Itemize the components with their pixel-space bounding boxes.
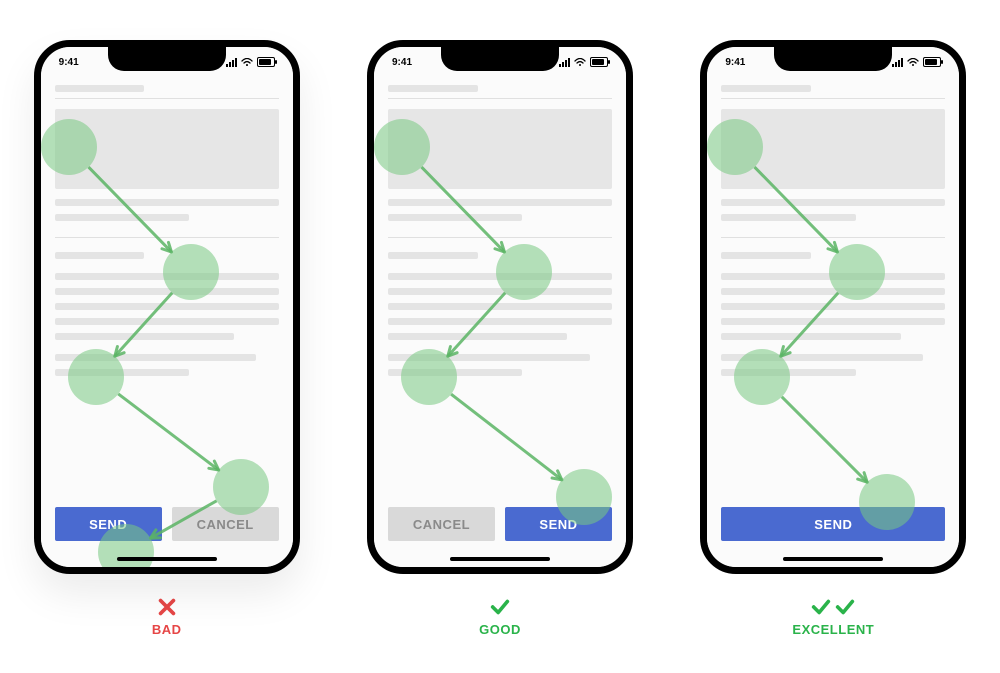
- variant-excellent: 9:41: [700, 40, 966, 637]
- battery-icon: [923, 57, 941, 67]
- send-button[interactable]: SEND: [55, 507, 162, 541]
- status-time: 9:41: [392, 57, 412, 68]
- button-row: SEND CANCEL: [55, 507, 279, 541]
- phone-frame: 9:41: [700, 40, 966, 574]
- check-icon: [810, 596, 832, 618]
- rating-label: EXCELLENT: [792, 622, 874, 637]
- battery-icon: [590, 57, 608, 67]
- cellular-icon: [226, 58, 237, 67]
- rating-good: GOOD: [479, 596, 521, 637]
- home-indicator: [783, 557, 883, 561]
- phone-frame: 9:41: [367, 40, 633, 574]
- wifi-icon: [907, 58, 919, 66]
- home-indicator: [117, 557, 217, 561]
- status-icons: [226, 57, 275, 67]
- check-icon: [489, 596, 511, 618]
- home-indicator: [450, 557, 550, 561]
- send-button[interactable]: SEND: [721, 507, 945, 541]
- wifi-icon: [574, 58, 586, 66]
- screen-content: SEND CANCEL: [41, 47, 293, 567]
- button-row: CANCEL SEND: [388, 507, 612, 541]
- check-icon: [834, 596, 856, 618]
- variant-good: 9:41: [367, 40, 633, 637]
- cancel-button[interactable]: CANCEL: [388, 507, 495, 541]
- status-time: 9:41: [59, 57, 79, 68]
- button-row: SEND: [721, 507, 945, 541]
- cellular-icon: [559, 58, 570, 67]
- comparison-diagram: 9:41: [0, 0, 1000, 673]
- status-icons: [892, 57, 941, 67]
- notch: [441, 45, 559, 71]
- cellular-icon: [892, 58, 903, 67]
- status-time: 9:41: [725, 57, 745, 68]
- send-button[interactable]: SEND: [505, 507, 612, 541]
- notch: [774, 45, 892, 71]
- notch: [108, 45, 226, 71]
- rating-bad: BAD: [152, 596, 182, 637]
- cross-icon: [156, 596, 178, 618]
- phone-frame: 9:41: [34, 40, 300, 574]
- wifi-icon: [241, 58, 253, 66]
- rating-excellent: EXCELLENT: [792, 596, 874, 637]
- rating-label: BAD: [152, 622, 182, 637]
- variant-bad: 9:41: [34, 40, 300, 637]
- screen-content: CANCEL SEND: [374, 47, 626, 567]
- rating-label: GOOD: [479, 622, 521, 637]
- battery-icon: [257, 57, 275, 67]
- status-icons: [559, 57, 608, 67]
- cancel-button[interactable]: CANCEL: [172, 507, 279, 541]
- screen-content: SEND: [707, 47, 959, 567]
